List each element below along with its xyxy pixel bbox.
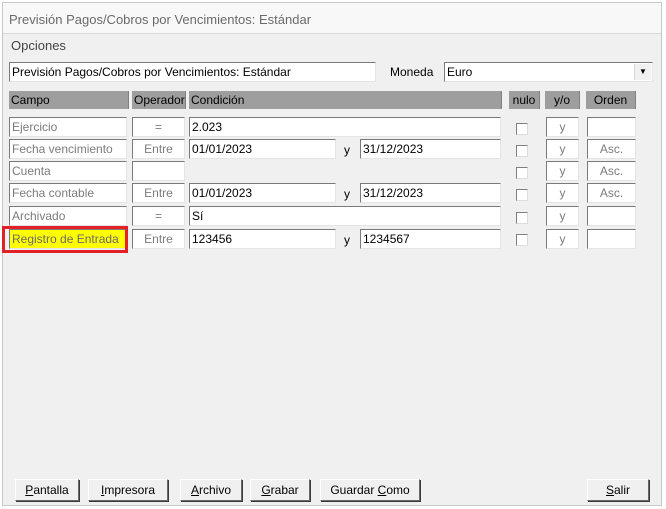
row-orden[interactable]: Asc. bbox=[587, 183, 636, 203]
button-label: rabar bbox=[270, 483, 299, 497]
row-yo[interactable]: y bbox=[546, 229, 579, 249]
shortcut-letter: A bbox=[190, 483, 199, 497]
row-campo-selected[interactable]: Registro de Entrada bbox=[9, 229, 127, 249]
row-orden[interactable]: Asc. bbox=[587, 161, 636, 181]
header-yo: y/o bbox=[545, 91, 580, 109]
row-operador[interactable] bbox=[132, 161, 185, 181]
button-label: mpresora bbox=[104, 483, 156, 497]
shortcut-letter: S bbox=[605, 483, 614, 497]
grabar-button[interactable]: Grabar bbox=[250, 479, 310, 501]
row-condicion-1[interactable]: 01/01/2023 bbox=[189, 183, 336, 203]
header-nulo: nulo bbox=[509, 91, 540, 109]
row-yo[interactable]: y bbox=[546, 183, 579, 203]
row-yo[interactable]: y bbox=[546, 161, 579, 181]
row-campo[interactable]: Ejercicio bbox=[9, 117, 127, 137]
row-condicion-2[interactable]: 31/12/2023 bbox=[360, 139, 501, 159]
row-operador[interactable]: Entre bbox=[132, 139, 185, 159]
row-campo[interactable]: Archivado bbox=[9, 206, 127, 226]
row-orden[interactable] bbox=[587, 206, 636, 226]
row-condicion-1[interactable]: 2.023 bbox=[189, 117, 501, 137]
row-orden[interactable] bbox=[587, 117, 636, 137]
button-label: Guardar bbox=[330, 483, 378, 497]
header-condicion: Condición bbox=[189, 91, 502, 109]
row-condicion-2[interactable]: 1234567 bbox=[360, 229, 501, 249]
guardar-como-button[interactable]: Guardar Como bbox=[320, 479, 420, 501]
window-title: Previsión Pagos/Cobros por Vencimientos:… bbox=[9, 12, 312, 27]
pantalla-button[interactable]: Pantalla bbox=[15, 479, 79, 501]
row-operador[interactable]: = bbox=[132, 206, 185, 226]
row-separator: y bbox=[344, 187, 350, 201]
row-yo[interactable]: y bbox=[546, 117, 579, 137]
menu-opciones[interactable]: Opciones bbox=[11, 38, 66, 53]
row-yo[interactable]: y bbox=[546, 139, 579, 159]
row-separator: y bbox=[344, 143, 350, 157]
button-label: alir bbox=[614, 483, 631, 497]
header-operador: Operador bbox=[132, 91, 186, 109]
currency-value: Euro bbox=[447, 65, 473, 79]
row-yo[interactable]: y bbox=[546, 206, 579, 226]
header-orden: Orden bbox=[586, 91, 636, 109]
row-campo[interactable]: Fecha contable bbox=[9, 183, 127, 203]
row-operador[interactable]: = bbox=[132, 117, 185, 137]
row-nulo-checkbox[interactable] bbox=[516, 212, 528, 224]
shortcut-letter: G bbox=[261, 483, 271, 497]
header-campo: Campo bbox=[9, 91, 129, 109]
row-nulo-checkbox[interactable] bbox=[516, 189, 528, 201]
row-nulo-checkbox[interactable] bbox=[516, 145, 528, 157]
row-campo[interactable]: Fecha vencimiento bbox=[9, 139, 127, 159]
row-nulo-checkbox[interactable] bbox=[516, 167, 528, 179]
row-orden[interactable] bbox=[587, 229, 636, 249]
row-operador[interactable]: Entre bbox=[132, 229, 185, 249]
row-separator: y bbox=[344, 233, 350, 247]
row-nulo-checkbox[interactable] bbox=[516, 234, 528, 246]
menu-bar: Opciones bbox=[3, 34, 661, 54]
row-condicion-1[interactable]: 123456 bbox=[189, 229, 336, 249]
archivo-button[interactable]: Archivo bbox=[180, 479, 242, 501]
button-label: antalla bbox=[33, 483, 69, 497]
row-orden[interactable]: Asc. bbox=[587, 139, 636, 159]
currency-select[interactable]: Euro ▼ bbox=[444, 62, 653, 82]
title-bar: Previsión Pagos/Cobros por Vencimientos:… bbox=[3, 3, 661, 34]
report-name-input[interactable]: Previsión Pagos/Cobros por Vencimientos:… bbox=[9, 62, 376, 82]
button-label: rchivo bbox=[199, 483, 232, 497]
impresora-button[interactable]: Impresora bbox=[88, 479, 168, 501]
chevron-down-icon[interactable]: ▼ bbox=[634, 64, 651, 80]
currency-label: Moneda bbox=[390, 65, 434, 79]
row-campo[interactable]: Cuenta bbox=[9, 161, 127, 181]
salir-button[interactable]: Salir bbox=[587, 479, 649, 501]
button-label: omo bbox=[386, 483, 410, 497]
row-condicion-1[interactable]: Sí bbox=[189, 206, 501, 226]
row-condicion-2[interactable]: 31/12/2023 bbox=[360, 183, 501, 203]
row-operador[interactable]: Entre bbox=[132, 183, 185, 203]
row-nulo-checkbox[interactable] bbox=[516, 123, 528, 135]
row-condicion-1[interactable]: 01/01/2023 bbox=[189, 139, 336, 159]
